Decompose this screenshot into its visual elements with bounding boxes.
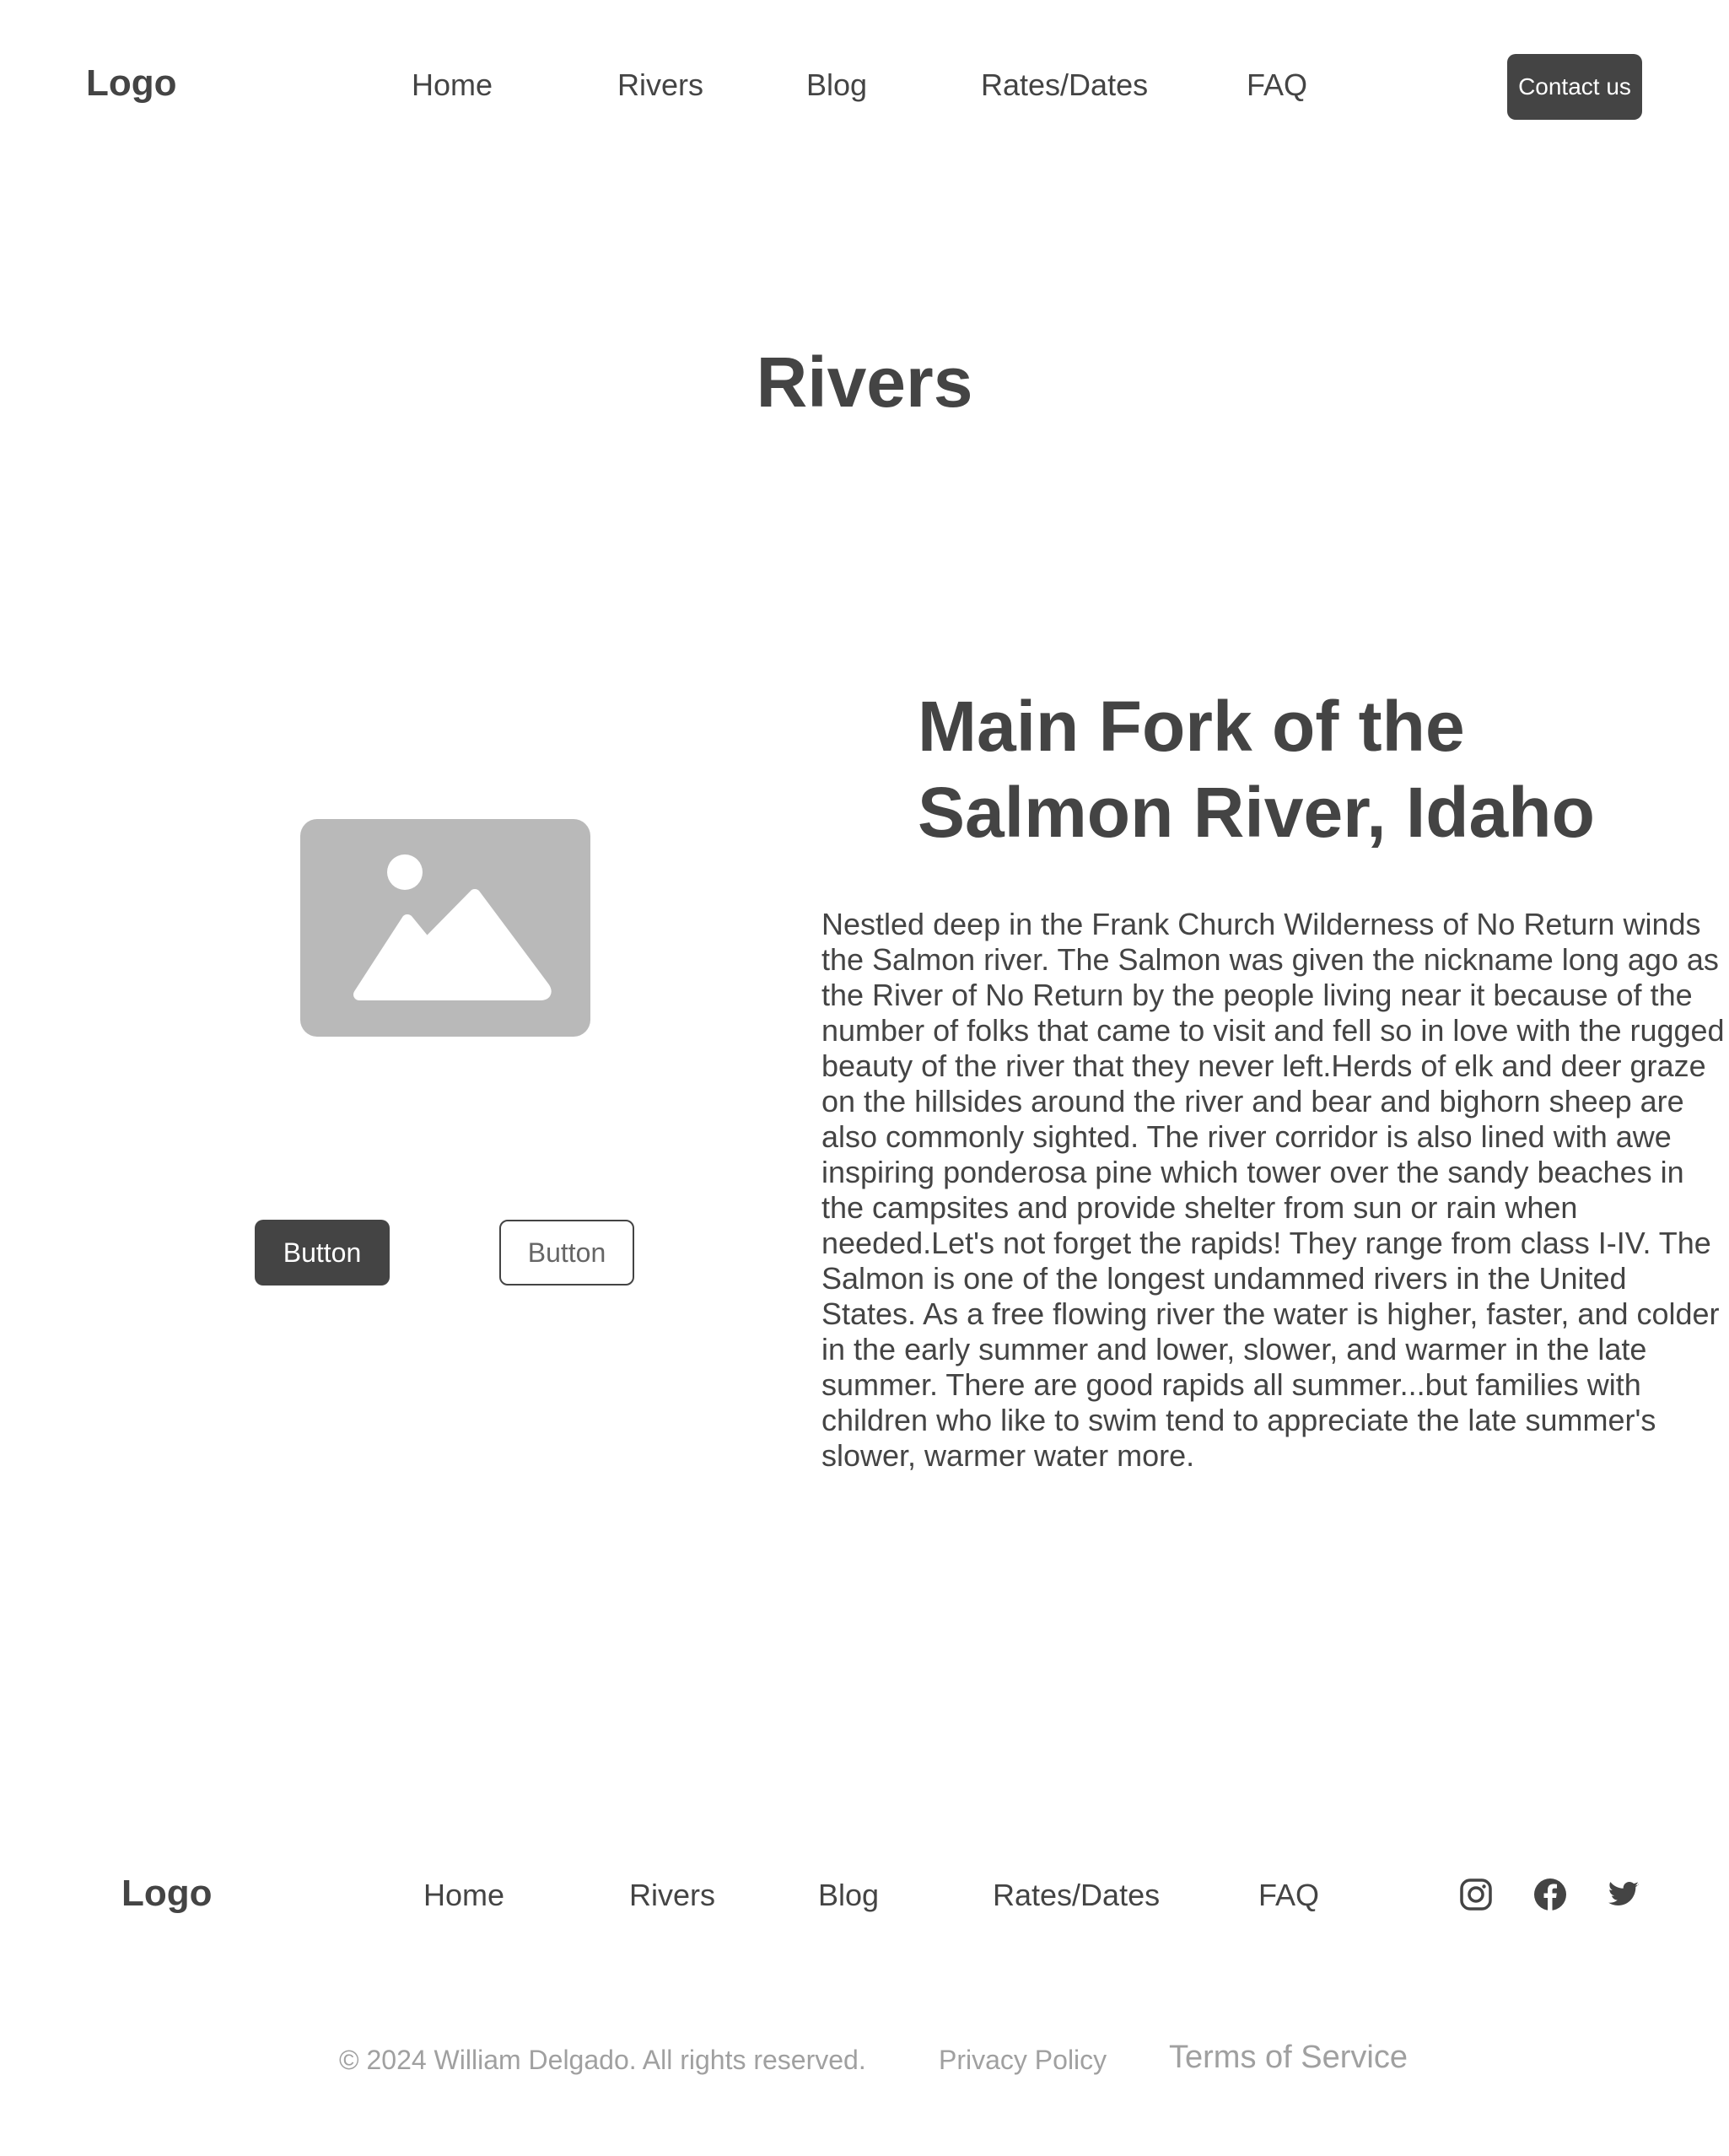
footer-nav-home[interactable]: Home — [423, 1878, 504, 1913]
image-placeholder — [300, 819, 590, 1037]
nav-home[interactable]: Home — [412, 67, 493, 103]
instagram-icon[interactable] — [1459, 1878, 1493, 1911]
footer-nav-rates-dates[interactable]: Rates/Dates — [993, 1878, 1160, 1913]
article-body: Nestled deep in the Frank Church Wildern… — [821, 907, 1725, 1473]
nav-blog[interactable]: Blog — [806, 67, 867, 103]
terms-of-service-link[interactable]: Terms of Service — [1169, 2040, 1408, 2076]
contact-us-button[interactable]: Contact us — [1507, 54, 1642, 120]
privacy-policy-link[interactable]: Privacy Policy — [939, 2045, 1107, 2076]
nav-rivers[interactable]: Rivers — [617, 67, 703, 103]
facebook-icon[interactable] — [1533, 1878, 1567, 1911]
secondary-button[interactable]: Button — [499, 1220, 634, 1286]
nav-faq[interactable]: FAQ — [1247, 67, 1307, 103]
twitter-icon[interactable] — [1607, 1878, 1640, 1911]
footer-logo[interactable]: Logo — [121, 1873, 213, 1915]
footer-nav-blog[interactable]: Blog — [818, 1878, 879, 1913]
page-title: Rivers — [756, 342, 973, 422]
nav-rates-dates[interactable]: Rates/Dates — [981, 67, 1148, 103]
footer-nav-faq[interactable]: FAQ — [1258, 1878, 1319, 1913]
image-placeholder-icon — [353, 854, 552, 1000]
footer-nav-rivers[interactable]: Rivers — [629, 1878, 715, 1913]
copyright-text: © 2024 William Delgado. All rights reser… — [339, 2045, 866, 2075]
article-heading: Main Fork of the Salmon River, Idaho — [918, 687, 1595, 852]
primary-button[interactable]: Button — [255, 1220, 390, 1286]
header-logo[interactable]: Logo — [86, 62, 177, 105]
